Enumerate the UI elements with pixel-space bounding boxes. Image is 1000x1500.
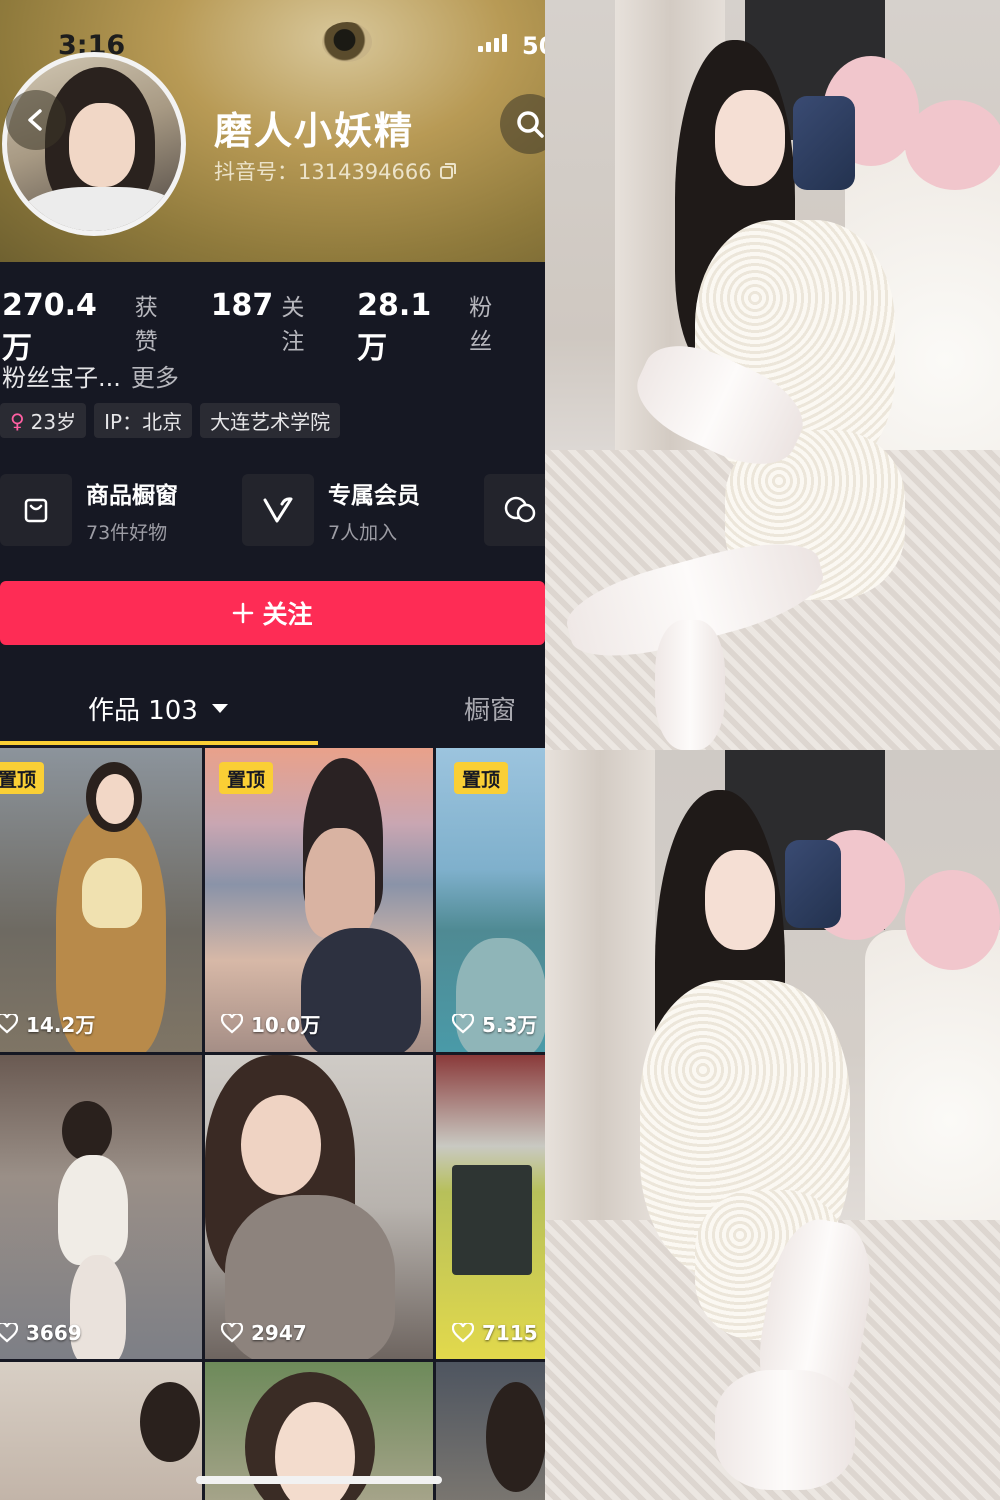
video-thumbnail[interactable]: 2947: [205, 1055, 433, 1359]
active-tab-indicator: [0, 741, 318, 745]
search-icon: [517, 111, 544, 138]
vip-v-icon: [242, 474, 314, 546]
heart-icon: [221, 1013, 243, 1033]
pinned-badge: 置顶: [0, 762, 45, 794]
tag-age-text: 23岁: [30, 410, 77, 434]
profile-stats: 270.4万 获赞 187 关注 28.1万 粉丝: [2, 288, 545, 367]
feature-entries: 商品橱窗 73件好物 专属会员 7人加入: [0, 474, 545, 546]
video-likes: 14.2万: [0, 1009, 95, 1038]
heart-icon: [0, 1013, 18, 1033]
feature-shop-window[interactable]: 商品橱窗 73件好物: [0, 474, 178, 546]
stat-label: 粉丝: [469, 295, 493, 355]
banner-cat-eye: [322, 22, 372, 62]
follow-button-label: 关注: [262, 600, 313, 629]
heart-icon: [221, 1323, 243, 1343]
photo-top: [545, 0, 1000, 750]
stat-followers[interactable]: 28.1万 粉丝: [357, 288, 515, 367]
stat-value: 187: [210, 288, 274, 323]
douyin-id-text: 抖音号：1314394666: [214, 160, 432, 184]
chat-icon: [484, 474, 545, 546]
video-thumbnail[interactable]: [436, 1362, 545, 1500]
tag-ip: IP：北京: [94, 403, 193, 438]
video-thumbnail[interactable]: 置顶 5.3万: [436, 748, 545, 1052]
caret-down-icon: [211, 704, 228, 713]
profile-bio: 粉丝宝子... 更多: [2, 358, 179, 393]
battery-level: 50: [522, 32, 545, 60]
tab-shop-window[interactable]: 橱窗: [464, 690, 516, 727]
feature-subtitle: 73件好物: [86, 521, 168, 544]
bio-text: 粉丝宝子...: [2, 364, 121, 392]
video-likes: 10.0万: [221, 1009, 320, 1038]
photo-bottom: [545, 750, 1000, 1500]
chevron-left-icon: [28, 109, 42, 131]
video-thumbnail[interactable]: 7115: [436, 1055, 545, 1359]
tag-age: ♀ 23岁: [0, 403, 87, 438]
profile-screen: 3:16 50 磨人小妖精 抖音号：1314394666 270.4万 获赞 1…: [0, 0, 545, 1500]
profile-nickname: 磨人小妖精: [214, 109, 415, 153]
follow-button[interactable]: 关注: [0, 581, 545, 645]
stat-likes[interactable]: 270.4万 获赞: [2, 288, 181, 367]
video-thumbnail[interactable]: 3669: [0, 1055, 202, 1359]
video-likes: 3669: [0, 1321, 82, 1345]
video-likes: 2947: [221, 1321, 307, 1345]
stat-value: 270.4万: [2, 288, 97, 366]
heart-icon: [452, 1323, 474, 1343]
tag-school[interactable]: 大连艺术学院: [200, 403, 341, 438]
female-icon: ♀: [10, 408, 25, 433]
video-likes: 7115: [452, 1321, 538, 1345]
douyin-id: 抖音号：1314394666: [214, 156, 458, 186]
pinned-badge: 置顶: [219, 762, 274, 794]
stat-label: 获赞: [134, 295, 158, 355]
video-thumbnail[interactable]: 置顶 14.2万: [0, 748, 202, 1052]
feature-membership[interactable]: 专属会员 7人加入: [242, 474, 420, 546]
bio-more-link[interactable]: 更多: [131, 364, 179, 392]
content-tabs: 作品 103 橱窗: [0, 690, 545, 746]
feature-group-chat[interactable]: [484, 474, 545, 546]
plus-icon: [233, 602, 254, 624]
stat-following[interactable]: 187 关注: [211, 288, 327, 356]
copy-icon[interactable]: [438, 161, 458, 181]
feature-title: 商品橱窗: [86, 482, 178, 509]
heart-icon: [0, 1323, 18, 1343]
profile-tags: ♀ 23岁 IP：北京 大连艺术学院: [0, 403, 341, 438]
tab-works[interactable]: 作品 103: [88, 690, 228, 727]
tab-works-label: 作品 103: [88, 696, 198, 726]
back-button[interactable]: [6, 90, 66, 150]
video-likes: 5.3万: [452, 1009, 537, 1038]
stat-label: 关注: [281, 295, 305, 355]
video-thumbnail[interactable]: 置顶 10.0万: [205, 748, 433, 1052]
home-indicator: [196, 1476, 442, 1484]
stat-value: 28.1万: [357, 288, 432, 366]
bag-icon: [0, 474, 72, 546]
video-thumbnail[interactable]: [0, 1362, 202, 1500]
pinned-badge: 置顶: [454, 762, 509, 794]
feature-title: 专属会员: [328, 482, 420, 509]
feature-subtitle: 7人加入: [328, 521, 398, 544]
heart-icon: [452, 1013, 474, 1033]
signal-icon: [478, 34, 507, 52]
